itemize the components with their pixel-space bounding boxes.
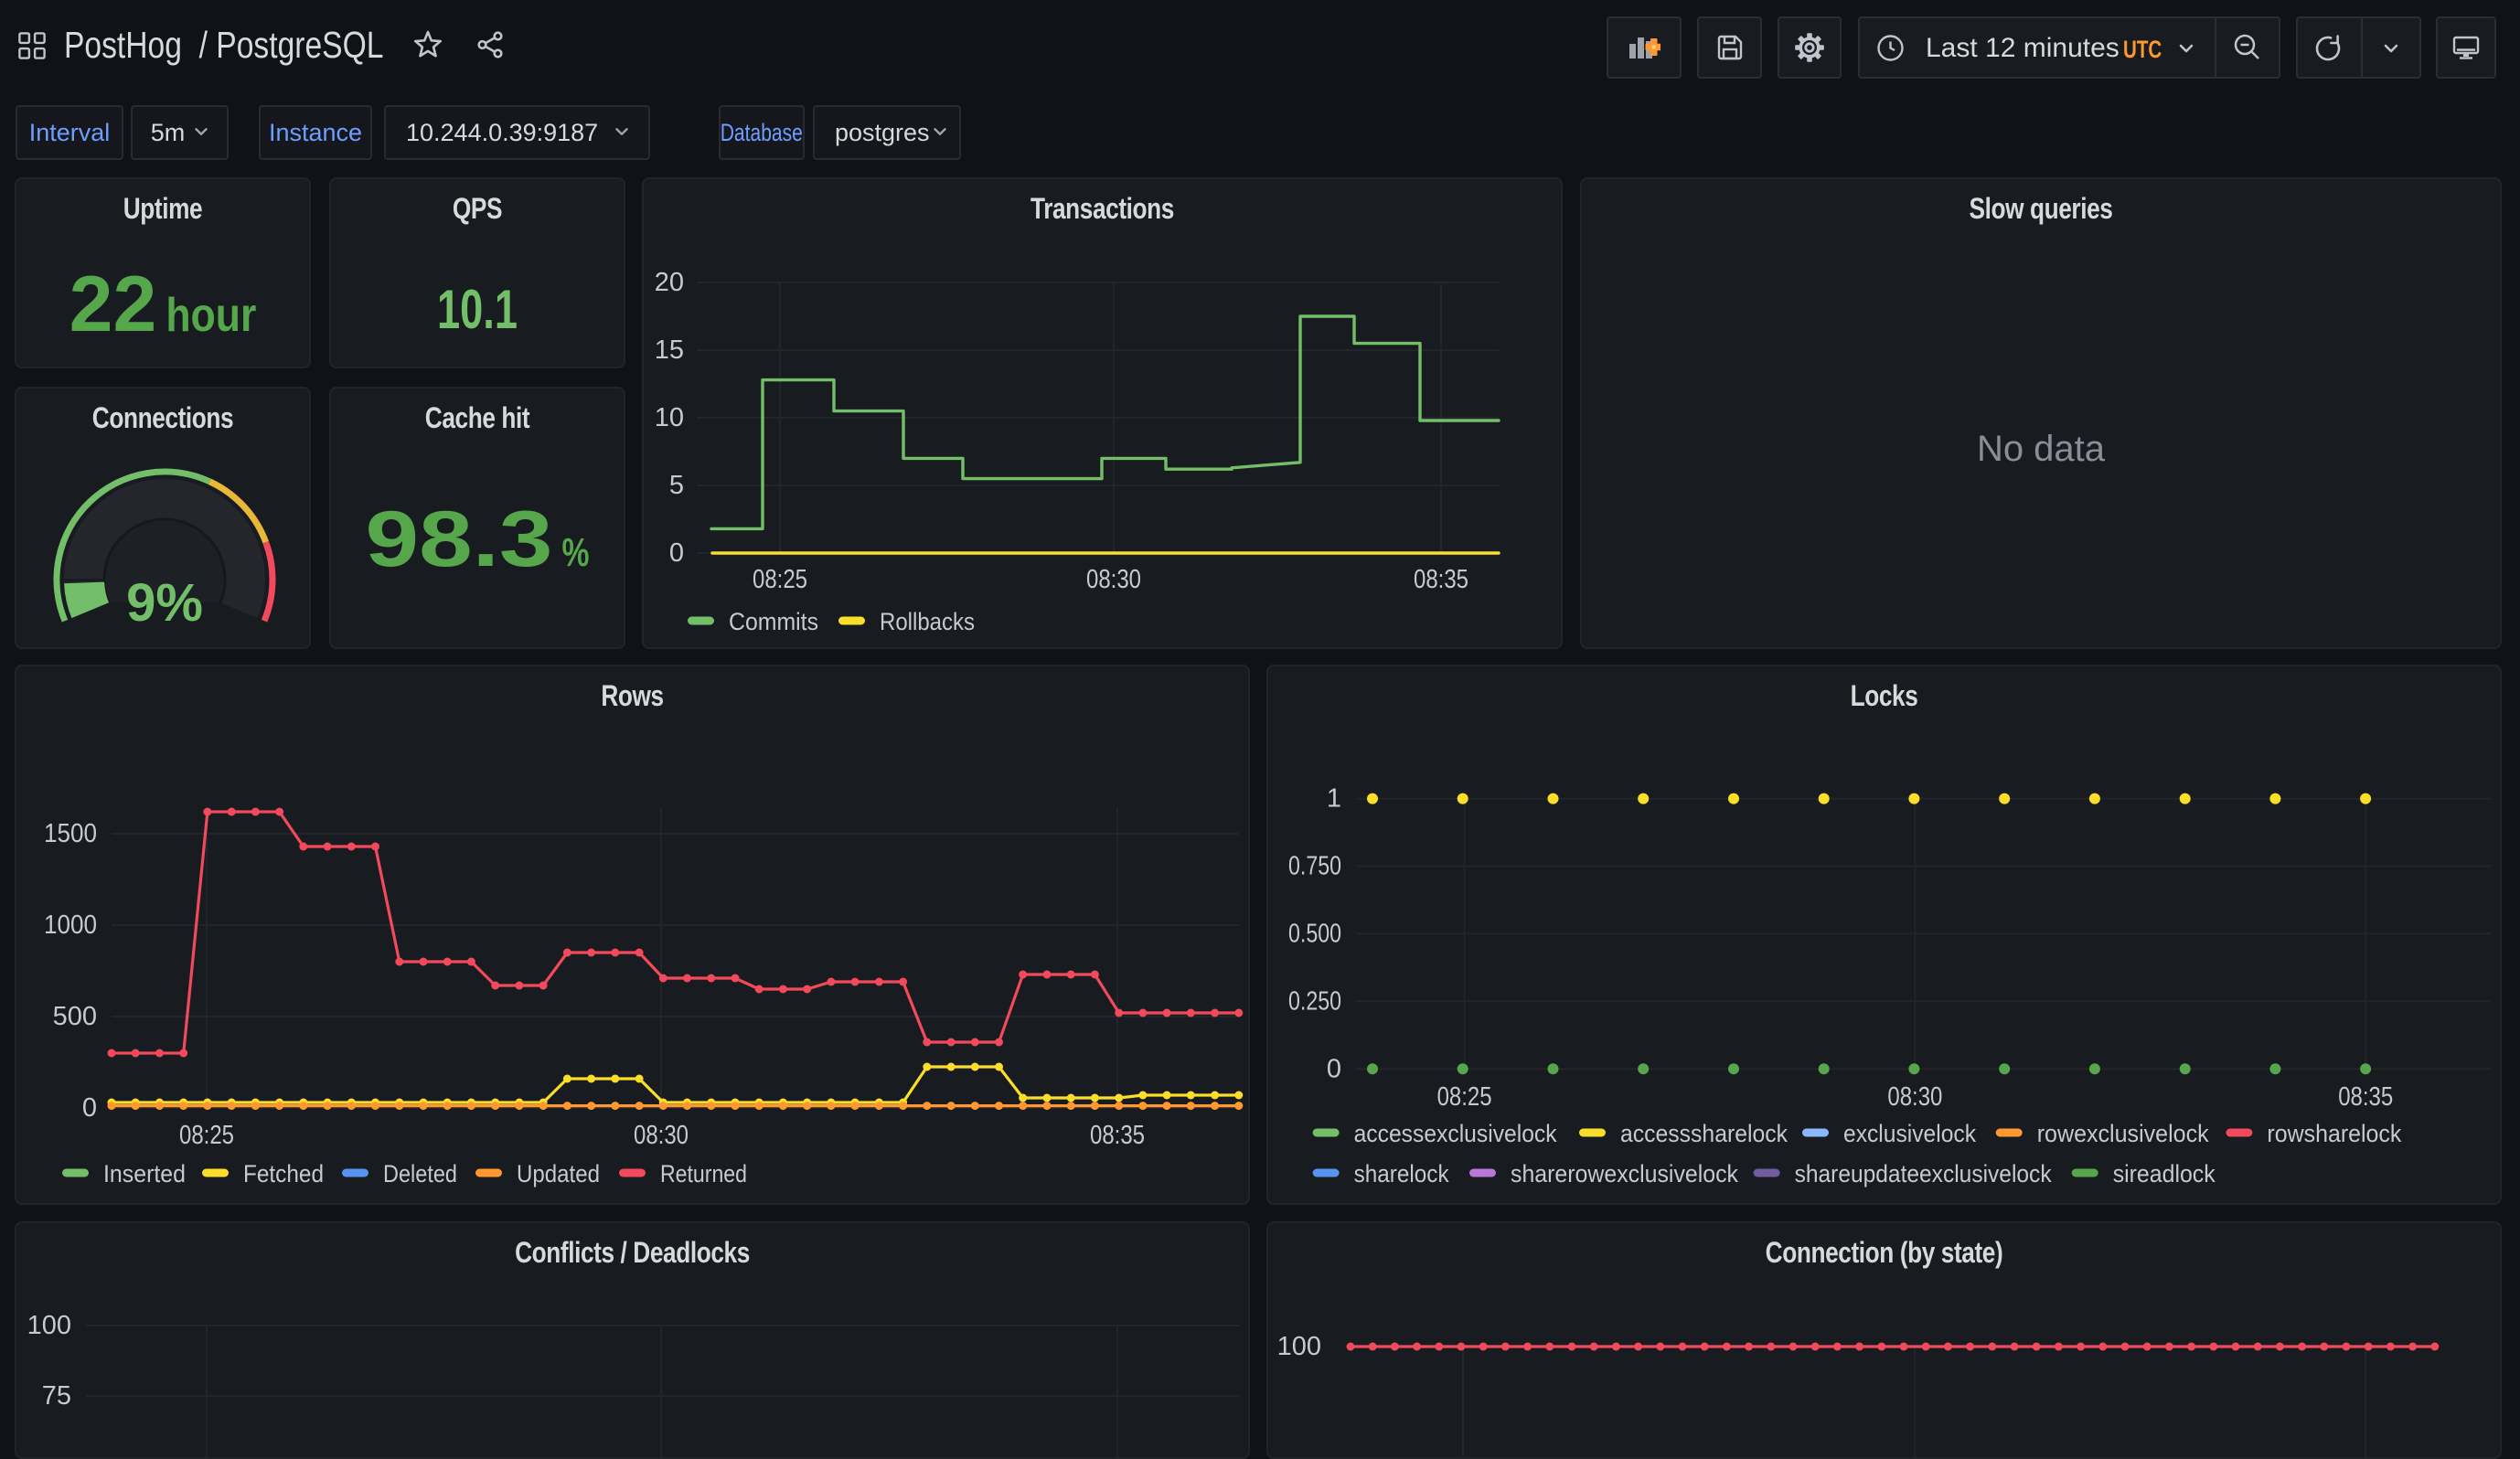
svg-text:08:35: 08:35 <box>2338 1082 2393 1112</box>
svg-text:sharerowexclusivelock: sharerowexclusivelock <box>1511 1160 1738 1187</box>
svg-text:0.250: 0.250 <box>1288 986 1341 1016</box>
svg-text:22hour: 22 hour <box>69 261 257 348</box>
svg-text:exclusivelock: exclusivelock <box>1843 1120 1976 1147</box>
svg-text:08:25: 08:25 <box>753 565 807 594</box>
svg-text:9%: 9% <box>126 573 203 633</box>
svg-text:100: 100 <box>1277 1332 1321 1361</box>
svg-text:75: 75 <box>42 1381 71 1411</box>
svg-text:08:30: 08:30 <box>1086 565 1141 594</box>
svg-text:98.3%: 98.3% <box>366 495 590 583</box>
svg-text:08:35: 08:35 <box>1090 1121 1145 1150</box>
svg-text:Fetched: Fetched <box>243 1160 324 1187</box>
svg-text:accesssharelock: accesssharelock <box>1620 1120 1788 1147</box>
svg-text:0.750: 0.750 <box>1288 852 1341 881</box>
svg-text:100: 100 <box>27 1311 71 1340</box>
svg-text:15: 15 <box>655 335 684 365</box>
svg-text:Inserted: Inserted <box>103 1160 186 1187</box>
svg-text:08:25: 08:25 <box>1437 1082 1492 1112</box>
svg-text:rowexclusivelock: rowexclusivelock <box>2037 1120 2209 1147</box>
svg-text:0: 0 <box>669 538 684 568</box>
svg-text:Commits: Commits <box>729 608 818 635</box>
svg-text:shareupdateexclusivelock: shareupdateexclusivelock <box>1795 1160 2052 1187</box>
svg-text:1: 1 <box>1327 784 1341 814</box>
svg-text:Deleted: Deleted <box>383 1160 457 1187</box>
svg-text:sharelock: sharelock <box>1354 1160 1449 1187</box>
svg-text:Returned: Returned <box>660 1160 747 1187</box>
svg-text:500: 500 <box>53 1002 97 1031</box>
svg-text:Rollbacks: Rollbacks <box>880 608 975 635</box>
svg-text:08:30: 08:30 <box>634 1121 689 1150</box>
svg-text:10: 10 <box>655 403 684 432</box>
svg-text:No data: No data <box>1977 429 2106 469</box>
svg-text:08:25: 08:25 <box>179 1121 234 1150</box>
svg-text:rowsharelock: rowsharelock <box>2267 1120 2401 1147</box>
svg-text:0: 0 <box>1327 1054 1341 1083</box>
svg-text:sireadlock: sireadlock <box>2113 1160 2216 1187</box>
svg-text:1500: 1500 <box>44 819 97 848</box>
svg-text:0: 0 <box>82 1093 97 1123</box>
svg-text:accessexclusivelock: accessexclusivelock <box>1354 1120 1557 1147</box>
svg-text:08:30: 08:30 <box>1887 1082 1942 1112</box>
svg-text:08:35: 08:35 <box>1414 565 1468 594</box>
svg-text:1000: 1000 <box>44 911 97 940</box>
svg-text:10.1: 10.1 <box>437 279 518 340</box>
svg-text:Updated: Updated <box>517 1160 600 1187</box>
svg-text:0.500: 0.500 <box>1288 919 1341 948</box>
svg-text:5: 5 <box>669 471 684 500</box>
svg-text:20: 20 <box>655 268 684 297</box>
